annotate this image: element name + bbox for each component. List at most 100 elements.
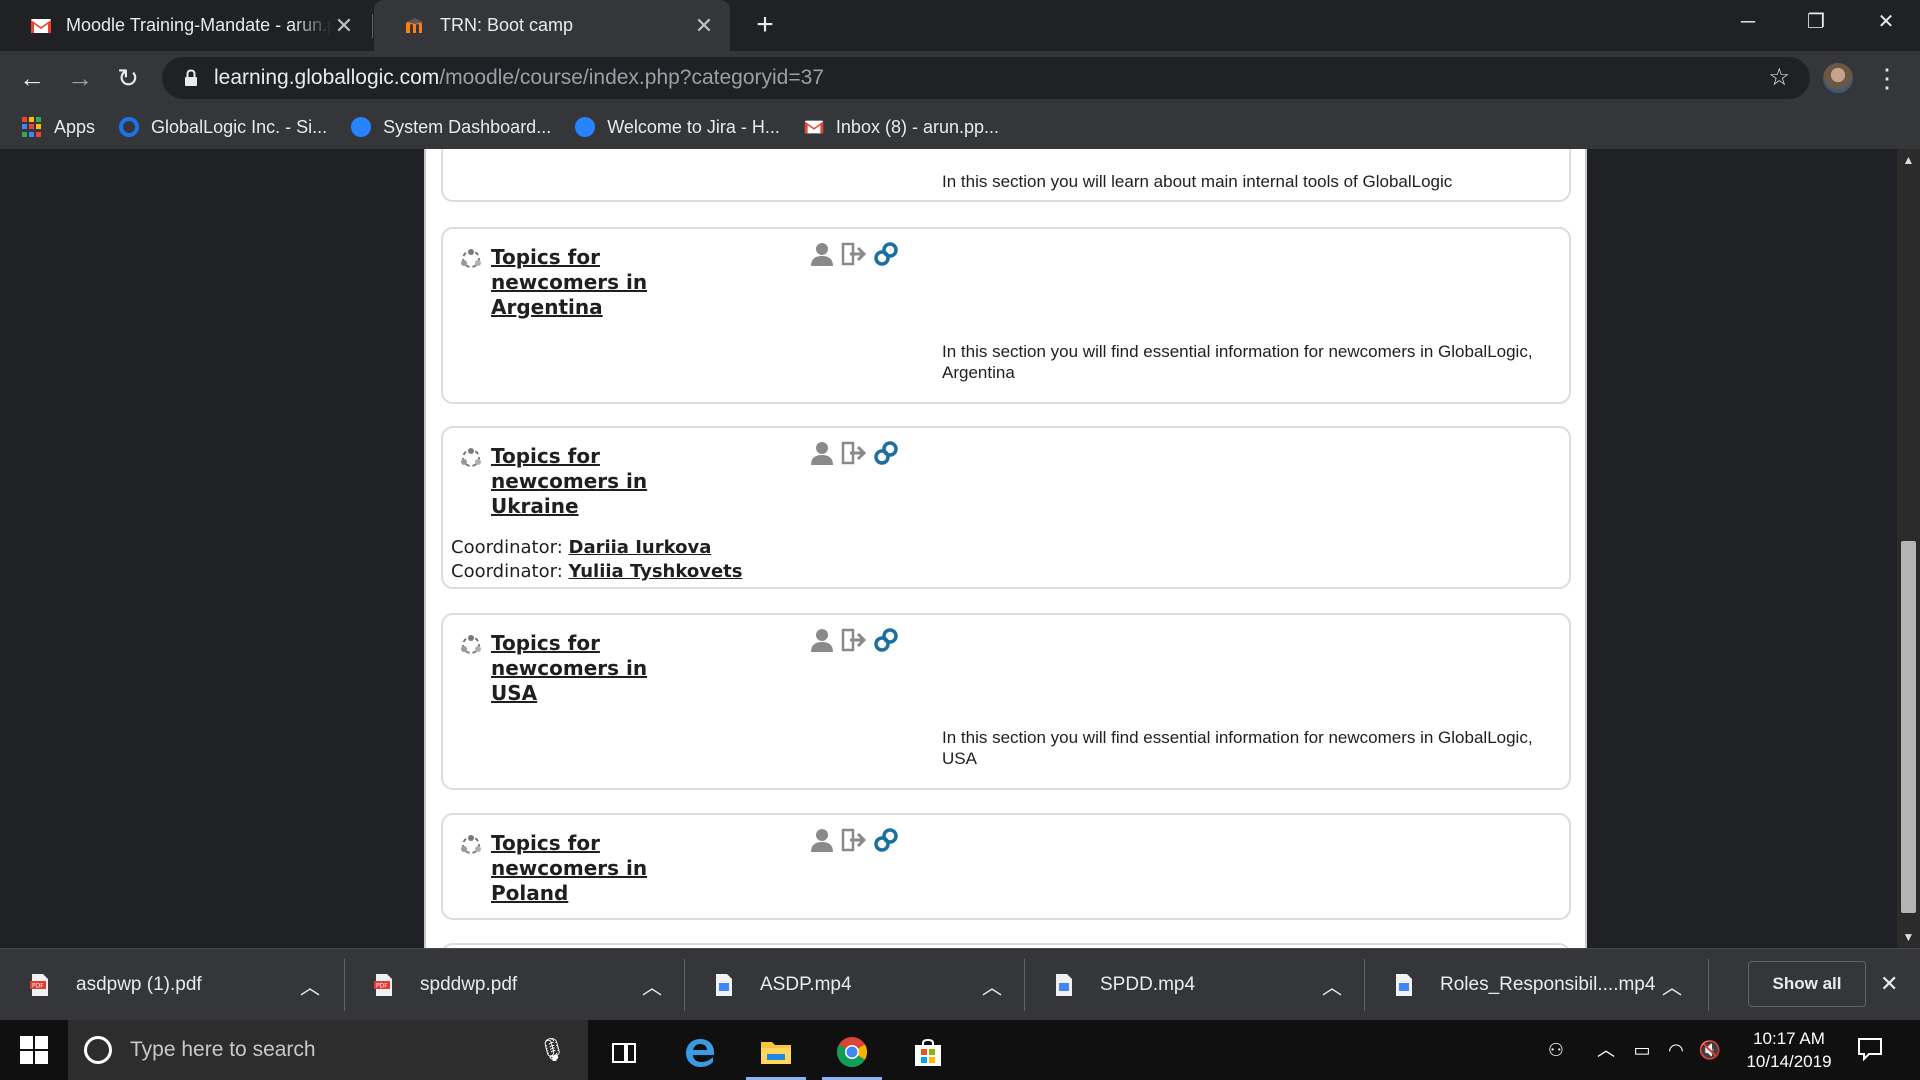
windows-start-icon[interactable] xyxy=(20,1036,48,1064)
taskbar-search[interactable]: Type here to search 🎙 xyxy=(68,1020,588,1080)
download-item[interactable]: SPDD.mp4 xyxy=(1024,949,1364,1021)
tab-trn-boot-camp[interactable]: TRN: Boot camp ✕ xyxy=(374,0,730,51)
link-icon[interactable] xyxy=(873,241,899,267)
bookmark-label: Apps xyxy=(54,116,96,137)
profile-avatar[interactable] xyxy=(1823,63,1853,93)
chevron-up-icon[interactable]: ︿ xyxy=(1590,1020,1622,1080)
system-clock[interactable]: 10:17 AM 10/14/2019 xyxy=(1734,1027,1844,1073)
tab-title: TRN: Boot camp xyxy=(440,15,574,35)
globallogic-icon xyxy=(119,117,140,137)
category-title-link[interactable]: Topics for newcomers in USA xyxy=(491,631,661,706)
category-title-link[interactable]: Topics for newcomers in Poland xyxy=(491,831,661,906)
browser-tab-strip: Moodle Training-Mandate - arun.pp@global… xyxy=(0,0,1920,51)
bookmark-welcome-jira[interactable]: Welcome to Jira - H... xyxy=(575,117,780,138)
download-filename: spddwp.pdf xyxy=(420,974,518,995)
coordinators-list: Coordinator: Dariia Iurkova Coordinator:… xyxy=(451,536,742,584)
window-close-button[interactable]: ✕ xyxy=(1852,0,1920,44)
assign-roles-icon[interactable] xyxy=(809,440,835,466)
bookmark-label: GlobalLogic Inc. - Si... xyxy=(151,116,328,137)
chevron-up-icon[interactable]: ︿ xyxy=(982,971,1002,1000)
show-all-downloads-button[interactable]: Show all xyxy=(1748,961,1866,1007)
task-view-icon[interactable] xyxy=(594,1026,654,1080)
scroll-down-arrow-icon[interactable]: ▼ xyxy=(1897,926,1920,948)
search-placeholder: Type here to search xyxy=(130,1038,316,1061)
enrol-icon[interactable] xyxy=(841,241,867,267)
chrome-icon[interactable] xyxy=(822,1026,882,1080)
download-item[interactable]: PDF spddwp.pdf xyxy=(344,949,684,1021)
bookmark-star-icon[interactable]: ☆ xyxy=(1768,63,1790,92)
category-card-poland: Topics for newcomers in Poland xyxy=(441,813,1571,920)
svg-text:PDF: PDF xyxy=(376,983,388,990)
tab-divider xyxy=(372,14,373,38)
bookmark-label: System Dashboard... xyxy=(383,116,552,137)
downloads-shelf: PDF asdpwp (1).pdf ︿ PDF spddwp.pdf ︿ AS… xyxy=(0,948,1920,1020)
chevron-up-icon[interactable]: ︿ xyxy=(1662,971,1682,1000)
windows-taskbar: Type here to search 🎙 ⚇ ︿ ▭ ◠ 🔇 10:17 AM… xyxy=(0,1020,1920,1080)
wifi-icon[interactable]: ◠ xyxy=(1660,1020,1692,1080)
assign-roles-icon[interactable] xyxy=(809,627,835,653)
notification-icon[interactable] xyxy=(1855,1034,1885,1064)
browser-menu-button[interactable]: ⋮ xyxy=(1872,59,1902,97)
enrol-icon[interactable] xyxy=(841,440,867,466)
reload-button[interactable]: ↻ xyxy=(108,58,148,98)
close-icon[interactable]: ✕ xyxy=(692,13,716,38)
clock-date: 10/14/2019 xyxy=(1746,1052,1832,1071)
volume-muted-icon[interactable]: 🔇 xyxy=(1694,1020,1726,1080)
close-icon[interactable]: ✕ xyxy=(1880,971,1898,997)
category-description: In this section you will find essential … xyxy=(942,342,1533,382)
tab-gmail[interactable]: Moodle Training-Mandate - arun.pp@global… xyxy=(0,0,370,51)
link-icon[interactable] xyxy=(873,440,899,466)
category-title-link[interactable]: Topics for newcomers in Argentina xyxy=(491,245,661,320)
new-tab-button[interactable]: + xyxy=(748,8,782,42)
category-description: In this section you will find essential … xyxy=(942,728,1533,768)
download-item[interactable]: ASDP.mp4 xyxy=(684,949,1024,1021)
back-button[interactable]: ← xyxy=(12,58,52,98)
category-icon xyxy=(461,448,481,467)
enrol-icon[interactable] xyxy=(841,627,867,653)
url-text: learning.globallogic.com/moodle/course/i… xyxy=(214,66,824,89)
coordinator-link[interactable]: Dariia Iurkova xyxy=(569,537,712,558)
category-title-link[interactable]: Topics for newcomers in Ukraine xyxy=(491,444,661,519)
edge-icon[interactable] xyxy=(670,1026,730,1080)
category-tools xyxy=(809,440,899,466)
apps-grid-icon xyxy=(22,117,42,137)
microsoft-store-icon[interactable] xyxy=(898,1026,958,1080)
chevron-up-icon[interactable]: ︿ xyxy=(642,971,662,1000)
minimize-button[interactable]: ─ xyxy=(1714,0,1782,44)
file-explorer-icon[interactable] xyxy=(746,1026,806,1080)
link-icon[interactable] xyxy=(873,627,899,653)
moodle-icon xyxy=(406,17,423,33)
bookmark-inbox[interactable]: Inbox (8) - arun.pp... xyxy=(804,117,999,138)
download-item[interactable]: Roles_Responsibil....mp4 xyxy=(1364,949,1704,1021)
category-icon xyxy=(461,835,481,854)
category-tools xyxy=(809,627,899,653)
forward-button[interactable]: → xyxy=(60,58,100,98)
close-icon[interactable]: ✕ xyxy=(332,13,356,38)
restore-button[interactable]: ❐ xyxy=(1782,0,1850,44)
battery-icon[interactable]: ▭ xyxy=(1626,1020,1658,1080)
clock-time: 10:17 AM xyxy=(1753,1029,1825,1048)
scrollbar-thumb[interactable] xyxy=(1901,541,1916,913)
bookmark-globallogic[interactable]: GlobalLogic Inc. - Si... xyxy=(119,117,327,138)
category-card-ukraine: Topics for newcomers in Ukraine Coordina… xyxy=(441,426,1571,589)
jira-icon xyxy=(575,117,596,137)
pdf-file-icon: PDF xyxy=(374,974,392,996)
people-icon[interactable]: ⚇ xyxy=(1536,1020,1576,1080)
enrol-icon[interactable] xyxy=(841,827,867,853)
bookmark-system-dashboard[interactable]: System Dashboard... xyxy=(351,117,551,138)
bookmark-apps[interactable]: Apps xyxy=(22,117,95,138)
page-scrollbar[interactable]: ▲ ▼ xyxy=(1897,149,1920,948)
link-icon[interactable] xyxy=(873,827,899,853)
pdf-file-icon: PDF xyxy=(30,974,48,996)
chevron-up-icon[interactable]: ︿ xyxy=(1322,971,1342,1000)
coordinator-link[interactable]: Yuliia Tyshkovets xyxy=(569,561,743,582)
assign-roles-icon[interactable] xyxy=(809,827,835,853)
assign-roles-icon[interactable] xyxy=(809,241,835,267)
scroll-up-arrow-icon[interactable]: ▲ xyxy=(1897,149,1920,171)
address-bar[interactable]: learning.globallogic.com/moodle/course/i… xyxy=(162,57,1810,99)
download-item[interactable]: PDF asdpwp (1).pdf xyxy=(0,949,340,1021)
chevron-up-icon[interactable]: ︿ xyxy=(300,971,320,1000)
category-description: In this section you will learn about mai… xyxy=(942,172,1453,191)
microphone-icon[interactable]: 🎙 xyxy=(538,1037,566,1063)
gmail-icon xyxy=(804,120,824,134)
